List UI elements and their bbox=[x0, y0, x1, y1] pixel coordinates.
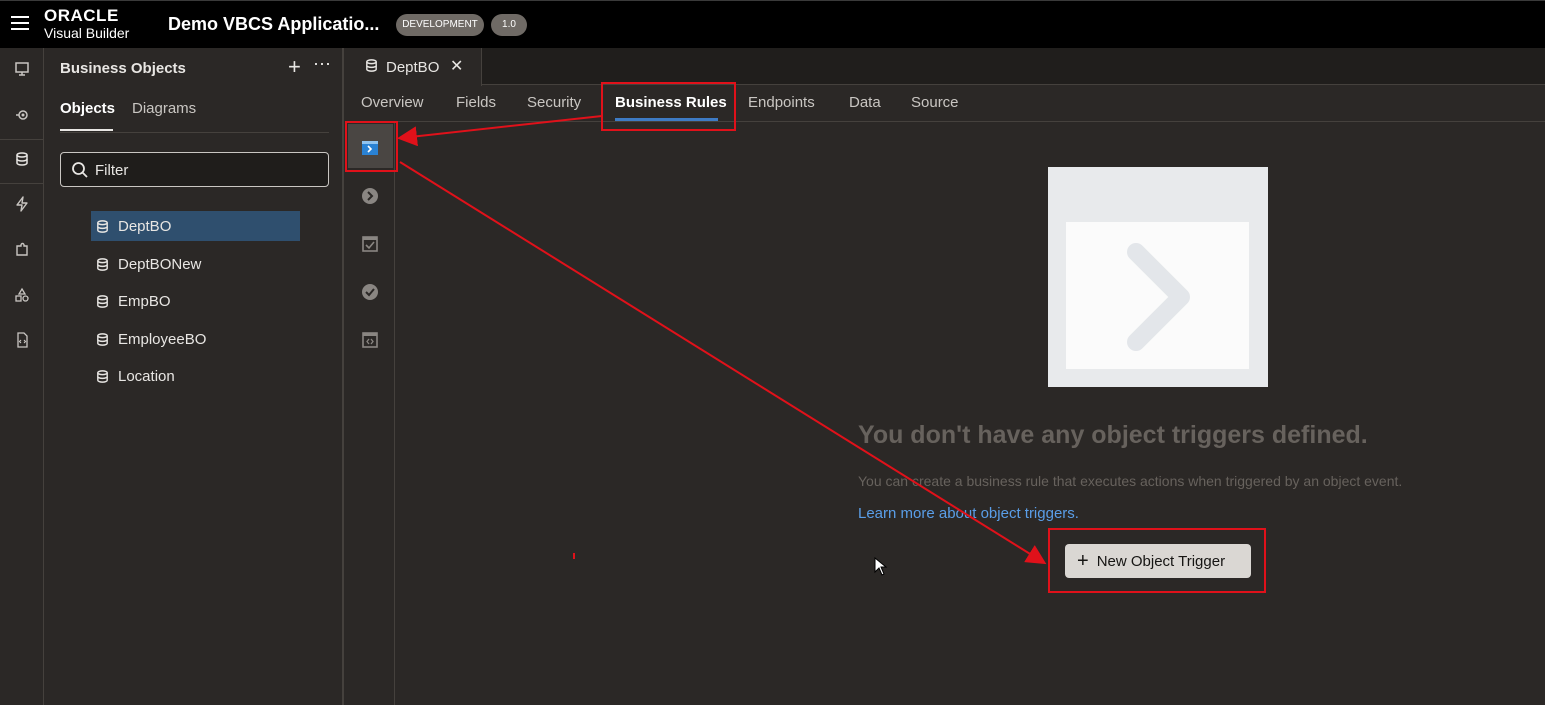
database-icon[interactable] bbox=[13, 150, 31, 168]
puzzle-icon[interactable] bbox=[13, 241, 31, 259]
active-tab-indicator bbox=[60, 129, 113, 131]
database-icon bbox=[97, 369, 108, 383]
object-triggers-icon[interactable] bbox=[361, 139, 379, 157]
database-icon bbox=[97, 257, 108, 271]
list-item[interactable]: Location bbox=[91, 361, 300, 391]
database-icon bbox=[366, 59, 377, 72]
empty-state-title: You don't have any object triggers defin… bbox=[858, 421, 1368, 449]
more-options-button[interactable]: ⋯ bbox=[313, 54, 332, 75]
tab-security[interactable]: Security bbox=[527, 94, 581, 111]
business-rules-nav bbox=[346, 122, 395, 705]
tab-business-rules[interactable]: Business Rules bbox=[615, 94, 727, 111]
filter-field[interactable] bbox=[60, 152, 329, 187]
tab-diagrams[interactable]: Diagrams bbox=[132, 100, 196, 117]
tab-source[interactable]: Source bbox=[911, 94, 959, 111]
new-object-trigger-button[interactable]: + New Object Trigger bbox=[1065, 544, 1251, 578]
field-triggers-icon[interactable] bbox=[361, 187, 379, 205]
tab-data[interactable]: Data bbox=[849, 94, 881, 111]
tab-fields[interactable]: Fields bbox=[456, 94, 496, 111]
version-badge: 1.0 bbox=[491, 14, 527, 36]
filter-input[interactable] bbox=[95, 159, 315, 181]
search-icon bbox=[72, 162, 88, 178]
service-icon[interactable] bbox=[13, 106, 31, 124]
plus-icon: + bbox=[1077, 550, 1089, 572]
mouse-cursor-icon bbox=[874, 557, 888, 576]
list-item[interactable]: EmpBO bbox=[91, 286, 300, 316]
lightning-icon[interactable] bbox=[13, 195, 31, 213]
hamburger-menu-icon[interactable] bbox=[11, 16, 29, 32]
tab-label: DeptBO bbox=[386, 59, 440, 76]
monitor-icon[interactable] bbox=[13, 60, 31, 78]
add-business-object-button[interactable]: + bbox=[288, 54, 301, 80]
tab-objects[interactable]: Objects bbox=[60, 100, 115, 117]
empty-state-description: You can create a business rule that exec… bbox=[858, 473, 1403, 489]
list-item[interactable]: DeptBO bbox=[91, 211, 300, 241]
list-item-label: DeptBO bbox=[118, 217, 172, 235]
product-name: Visual Builder bbox=[44, 25, 130, 41]
app-title[interactable]: Demo VBCS Applicatio... bbox=[168, 14, 379, 35]
list-item-label: Location bbox=[118, 367, 175, 385]
list-item-label: EmployeeBO bbox=[118, 330, 207, 348]
database-icon bbox=[97, 332, 108, 346]
active-tab-indicator bbox=[615, 118, 718, 121]
database-icon bbox=[97, 219, 108, 233]
source-file-icon[interactable] bbox=[13, 331, 31, 349]
empty-state-illustration bbox=[1048, 167, 1268, 387]
business-objects-panel: Business Objects + ⋯ Objects Diagrams De… bbox=[44, 48, 344, 705]
panel-title: Business Objects bbox=[60, 60, 186, 77]
list-item-label: EmpBO bbox=[118, 292, 171, 310]
editor-area: DeptBO ✕ Overview Fields Security Busine… bbox=[346, 48, 1545, 705]
field-validators-icon[interactable] bbox=[361, 283, 379, 301]
navigator-rail bbox=[0, 48, 44, 705]
top-bar: ORACLE Visual Builder Demo VBCS Applicat… bbox=[0, 0, 1545, 48]
environment-badge: DEVELOPMENT bbox=[396, 14, 484, 36]
list-item[interactable]: EmployeeBO bbox=[91, 324, 300, 354]
close-icon[interactable]: ✕ bbox=[450, 56, 463, 76]
database-icon bbox=[97, 294, 108, 308]
button-label: New Object Trigger bbox=[1096, 552, 1226, 570]
list-item[interactable]: DeptBONew bbox=[91, 249, 300, 279]
learn-more-link[interactable]: Learn more about object triggers. bbox=[858, 505, 1079, 522]
components-icon[interactable] bbox=[13, 286, 31, 304]
tab-endpoints[interactable]: Endpoints bbox=[748, 94, 815, 111]
object-subnav: Overview Fields Security Business Rules … bbox=[346, 85, 1545, 122]
oracle-logo: ORACLE bbox=[44, 6, 119, 25]
list-item-label: DeptBONew bbox=[118, 255, 202, 273]
tab-deptbo[interactable]: DeptBO ✕ bbox=[346, 48, 482, 86]
object-functions-icon[interactable] bbox=[361, 331, 379, 349]
object-validators-icon[interactable] bbox=[361, 235, 379, 253]
tab-overview[interactable]: Overview bbox=[361, 94, 424, 111]
